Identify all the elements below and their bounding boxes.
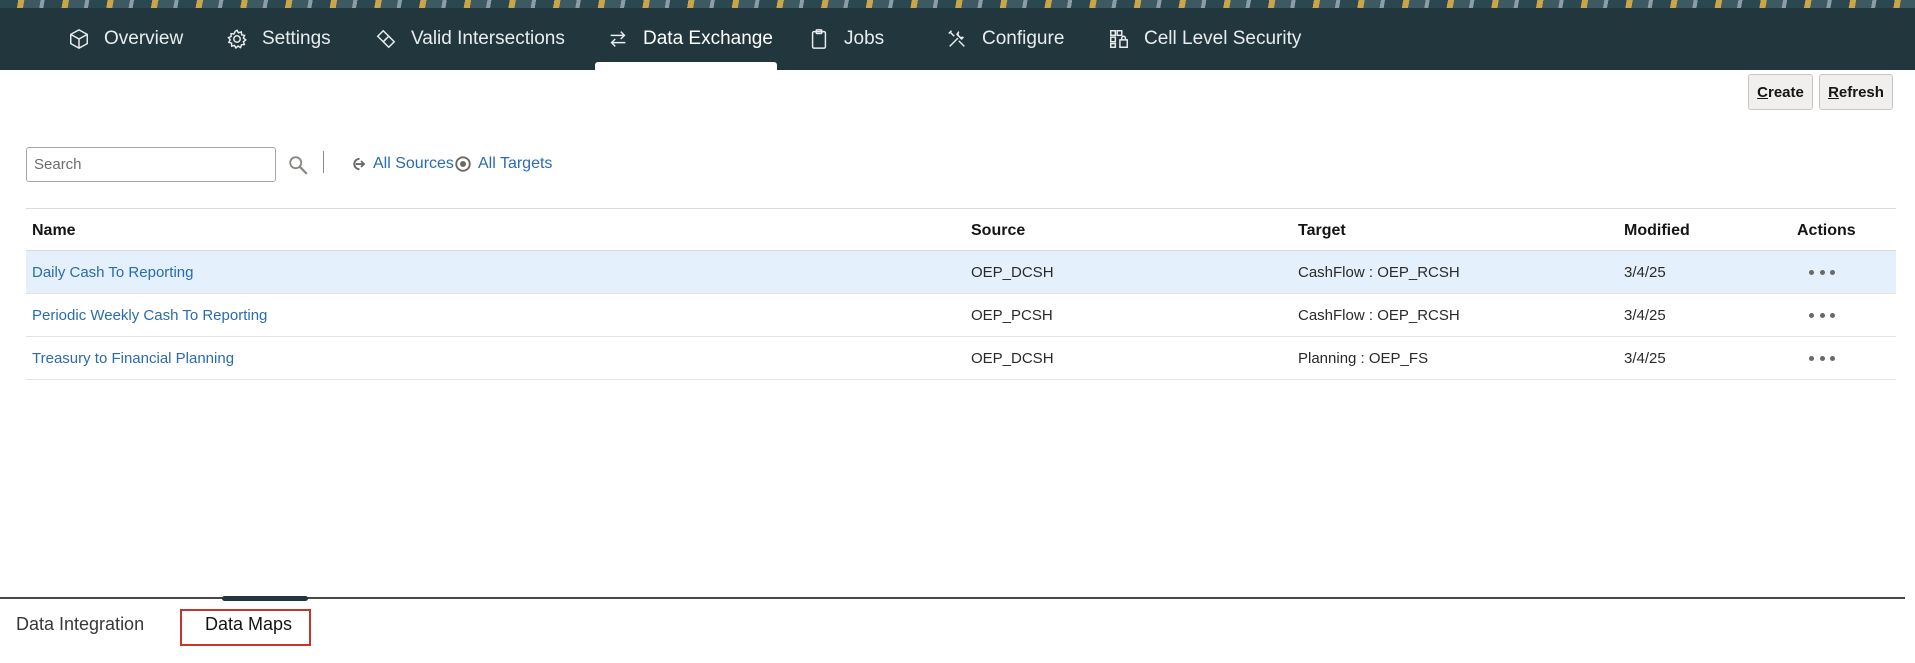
tab-data-exchange[interactable]: Data Exchange [595, 8, 777, 70]
tab-data-integration[interactable]: Data Integration [16, 614, 144, 635]
column-header-actions: Actions [1797, 222, 1856, 239]
refresh-button-label: efresh [1838, 83, 1884, 101]
create-button[interactable]: Create [1748, 74, 1813, 110]
clipboard-icon [811, 29, 827, 49]
row-actions-menu-icon[interactable] [1809, 307, 1835, 323]
main-nav: Overview Settings Valid Intersections Da… [0, 8, 1915, 70]
row-modified: 3/4/25 [1624, 350, 1666, 367]
search-icon[interactable] [287, 154, 309, 176]
row-target: CashFlow : OEP_RCSH [1298, 307, 1460, 324]
table-row[interactable]: Daily Cash To Reporting OEP_DCSH CashFlo… [26, 251, 1896, 294]
table-row[interactable]: Periodic Weekly Cash To Reporting OEP_PC… [26, 294, 1896, 337]
tab-overview[interactable]: Overview [68, 8, 183, 70]
refresh-button-mnemonic: R [1828, 83, 1839, 101]
row-source: OEP_DCSH [971, 350, 1054, 367]
decorative-banner-strip [0, 0, 1915, 8]
source-icon [353, 157, 366, 171]
top-navigation-bar: Overview Settings Valid Intersections Da… [0, 0, 1915, 70]
tab-overview-label: Overview [104, 28, 184, 49]
row-actions-menu-icon[interactable] [1809, 350, 1835, 366]
column-header-target[interactable]: Target [1298, 222, 1346, 240]
create-button-mnemonic: C [1757, 83, 1768, 101]
refresh-button[interactable]: Refresh [1819, 74, 1893, 110]
all-sources-label: All Sources [373, 155, 454, 172]
tab-configure[interactable]: Configure [946, 8, 1064, 70]
row-name-link[interactable]: Treasury to Financial Planning [32, 350, 234, 367]
column-header-modified[interactable]: Modified [1624, 222, 1690, 240]
tab-jobs[interactable]: Jobs [808, 8, 884, 70]
tab-settings[interactable]: Settings [226, 8, 331, 70]
tab-data-exchange-label: Data Exchange [643, 28, 773, 49]
tab-settings-label: Settings [262, 28, 331, 49]
tab-valid-intersections[interactable]: Valid Intersections [375, 8, 565, 70]
row-name-link[interactable]: Periodic Weekly Cash To Reporting [32, 307, 267, 324]
table-header: Name Source Target Modified Actions [26, 208, 1896, 251]
exchange-arrows-icon [610, 31, 626, 47]
row-source: OEP_PCSH [971, 307, 1053, 324]
intersections-icon [376, 29, 396, 49]
row-actions-menu-icon[interactable] [1809, 264, 1835, 280]
bottom-active-tab-indicator [222, 596, 308, 601]
all-targets-filter[interactable]: All Targets [454, 155, 552, 173]
row-target: CashFlow : OEP_RCSH [1298, 264, 1460, 281]
row-modified: 3/4/25 [1624, 264, 1666, 281]
column-header-name[interactable]: Name [32, 222, 76, 240]
all-sources-filter[interactable]: All Sources [349, 155, 454, 173]
all-targets-label: All Targets [478, 155, 553, 172]
row-target: Planning : OEP_FS [1298, 350, 1429, 367]
tab-configure-label: Configure [982, 28, 1065, 49]
data-maps-highlight-box [180, 609, 311, 646]
tab-valid-intersections-label: Valid Intersections [411, 28, 565, 49]
tools-icon [948, 30, 965, 47]
search-divider [323, 151, 324, 173]
tab-cell-level-security[interactable]: Cell Level Security [1108, 8, 1301, 70]
row-source: OEP_DCSH [971, 264, 1054, 281]
cube-icon [70, 28, 88, 50]
data-maps-table: Name Source Target Modified Actions Dail… [26, 208, 1896, 380]
cell-security-icon [1110, 30, 1128, 48]
table-row[interactable]: Treasury to Financial Planning OEP_DCSH … [26, 337, 1896, 380]
column-header-source[interactable]: Source [971, 222, 1025, 240]
target-icon [455, 156, 471, 172]
tab-cell-level-security-label: Cell Level Security [1144, 28, 1302, 49]
row-modified: 3/4/25 [1624, 307, 1666, 324]
row-name-link[interactable]: Daily Cash To Reporting [32, 264, 193, 281]
active-tab-indicator [595, 62, 777, 70]
tab-jobs-label: Jobs [844, 28, 885, 49]
gear-icon [227, 29, 247, 50]
search-input[interactable] [26, 147, 276, 182]
create-button-label: reate [1767, 83, 1804, 101]
